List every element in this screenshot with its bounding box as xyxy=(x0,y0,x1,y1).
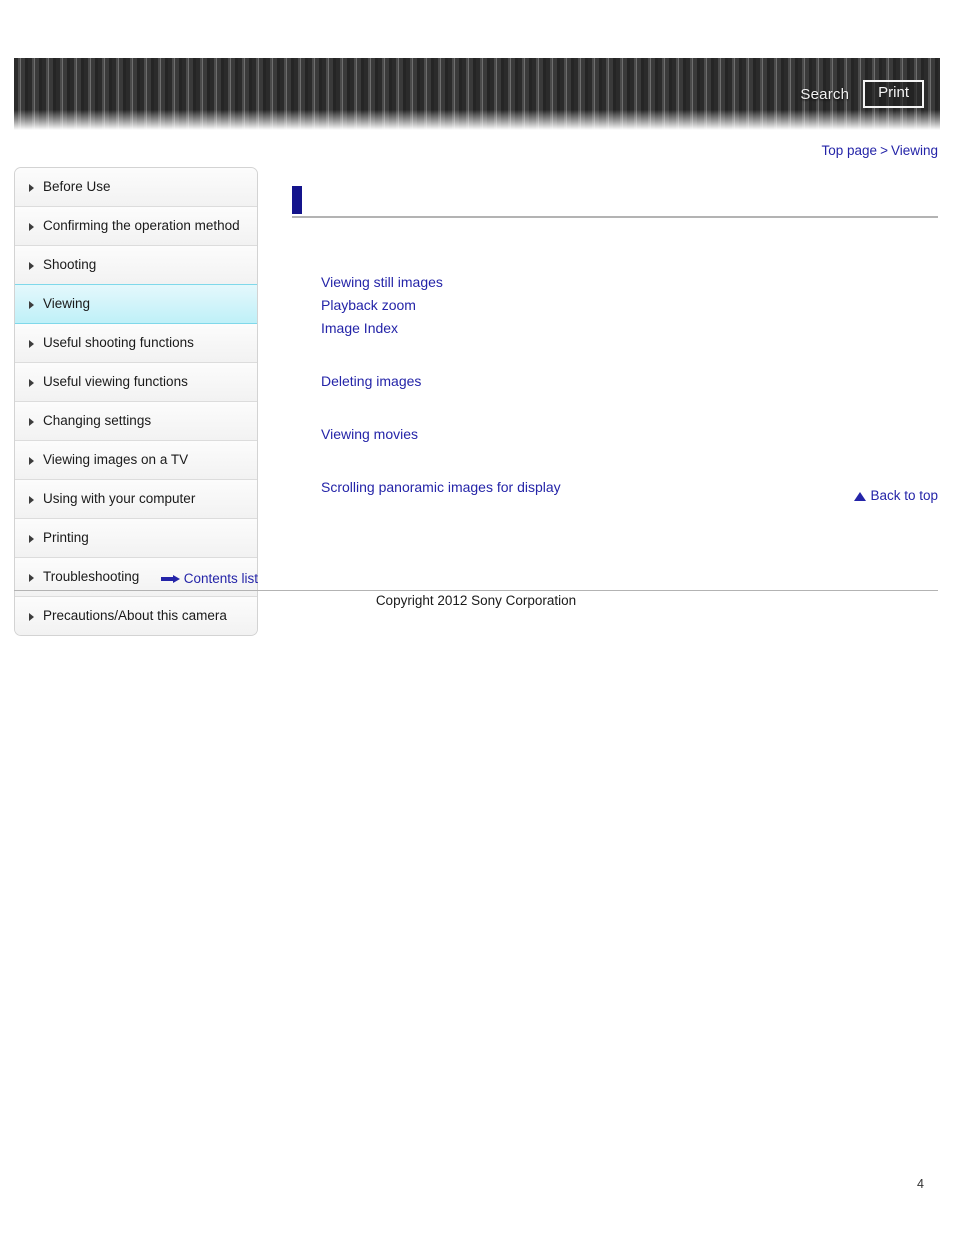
chevron-right-icon xyxy=(29,417,34,426)
back-to-top-label: Back to top xyxy=(870,488,938,503)
breadcrumb-separator: > xyxy=(880,143,888,158)
link-deleting-images[interactable]: Deleting images xyxy=(292,370,938,393)
chevron-right-icon xyxy=(29,222,34,231)
contents-list-link[interactable]: Contents list xyxy=(14,571,258,586)
sidebar-item-label: Before Use xyxy=(43,179,111,194)
breadcrumb: Top page > Viewing xyxy=(822,143,939,158)
link-group: Viewing still images Playback zoom Image… xyxy=(292,271,938,340)
sidebar-item-changing-settings[interactable]: Changing settings xyxy=(15,401,257,441)
link-playback-zoom[interactable]: Playback zoom xyxy=(292,294,938,317)
copyright-notice: Copyright 2012 Sony Corporation xyxy=(375,593,577,608)
main-content: Viewing still images Playback zoom Image… xyxy=(292,186,938,503)
sidebar-navigation: Before Use Confirming the operation meth… xyxy=(14,167,258,636)
back-to-top-link[interactable]: Back to top xyxy=(854,488,938,503)
page-header-banner: Search Print xyxy=(14,58,940,130)
chevron-right-icon xyxy=(29,612,34,621)
triangle-up-icon xyxy=(854,491,867,501)
chevron-right-icon xyxy=(29,495,34,504)
sidebar-item-printing[interactable]: Printing xyxy=(15,518,257,558)
sidebar-item-label: Printing xyxy=(43,529,89,545)
link-group: Viewing movies xyxy=(292,423,938,446)
document-page: Search Print Top page > Viewing Before Use… xyxy=(0,0,954,1235)
print-button[interactable]: Print xyxy=(863,80,924,108)
chevron-right-icon xyxy=(29,300,34,309)
chevron-right-icon xyxy=(29,456,34,465)
chevron-right-icon xyxy=(29,378,34,387)
link-viewing-movies[interactable]: Viewing movies xyxy=(292,423,938,446)
chevron-right-icon xyxy=(29,339,34,348)
sidebar-item-label: Changing settings xyxy=(43,412,152,428)
chevron-right-icon xyxy=(29,261,34,270)
sidebar-item-shooting[interactable]: Shooting xyxy=(15,245,257,285)
contents-list-label: Contents list xyxy=(183,571,258,586)
sidebar-item-label: Using with your computer xyxy=(43,490,196,506)
link-viewing-still-images[interactable]: Viewing still images xyxy=(292,271,938,294)
sidebar-item-label: Precautions/About this camera xyxy=(43,607,227,623)
link-image-index[interactable]: Image Index xyxy=(292,317,938,340)
page-number: 4 xyxy=(917,1177,924,1191)
sidebar-item-confirming-the-operation-method[interactable]: Confirming the operation method xyxy=(15,206,257,246)
header-actions: Search Print xyxy=(800,58,924,130)
heading-marker-bar xyxy=(292,186,302,214)
sidebar-item-label: Useful viewing functions xyxy=(43,373,188,389)
breadcrumb-item-viewing[interactable]: Viewing xyxy=(891,143,938,158)
sidebar-item-label: Useful shooting functions xyxy=(43,334,194,350)
sidebar-item-viewing[interactable]: Viewing xyxy=(15,283,257,324)
sidebar-item-useful-shooting-functions[interactable]: Useful shooting functions xyxy=(15,323,257,363)
sidebar-item-viewing-images-on-a-tv[interactable]: Viewing images on a TV xyxy=(15,440,257,480)
footer-divider xyxy=(14,590,938,591)
page-heading xyxy=(292,186,938,218)
sidebar-item-label: Viewing images on a TV xyxy=(43,451,189,467)
link-group: Deleting images xyxy=(292,370,938,393)
sidebar-item-label: Shooting xyxy=(43,256,97,272)
chevron-right-icon xyxy=(29,534,34,543)
chevron-right-icon xyxy=(29,184,34,192)
link-group: Scrolling panoramic images for display xyxy=(292,476,938,499)
sidebar-item-useful-viewing-functions[interactable]: Useful viewing functions xyxy=(15,362,257,402)
sidebar-item-before-use[interactable]: Before Use xyxy=(15,168,257,207)
breadcrumb-item-top-page[interactable]: Top page xyxy=(822,143,878,158)
sidebar-item-using-with-your-computer[interactable]: Using with your computer xyxy=(15,479,257,519)
sidebar-item-label: Confirming the operation method xyxy=(43,217,240,233)
link-scrolling-panoramic-images-for-display[interactable]: Scrolling panoramic images for display xyxy=(292,476,938,499)
search-button[interactable]: Search xyxy=(800,86,849,103)
sidebar-item-label: Viewing xyxy=(43,295,91,311)
arrow-right-icon xyxy=(160,574,180,583)
